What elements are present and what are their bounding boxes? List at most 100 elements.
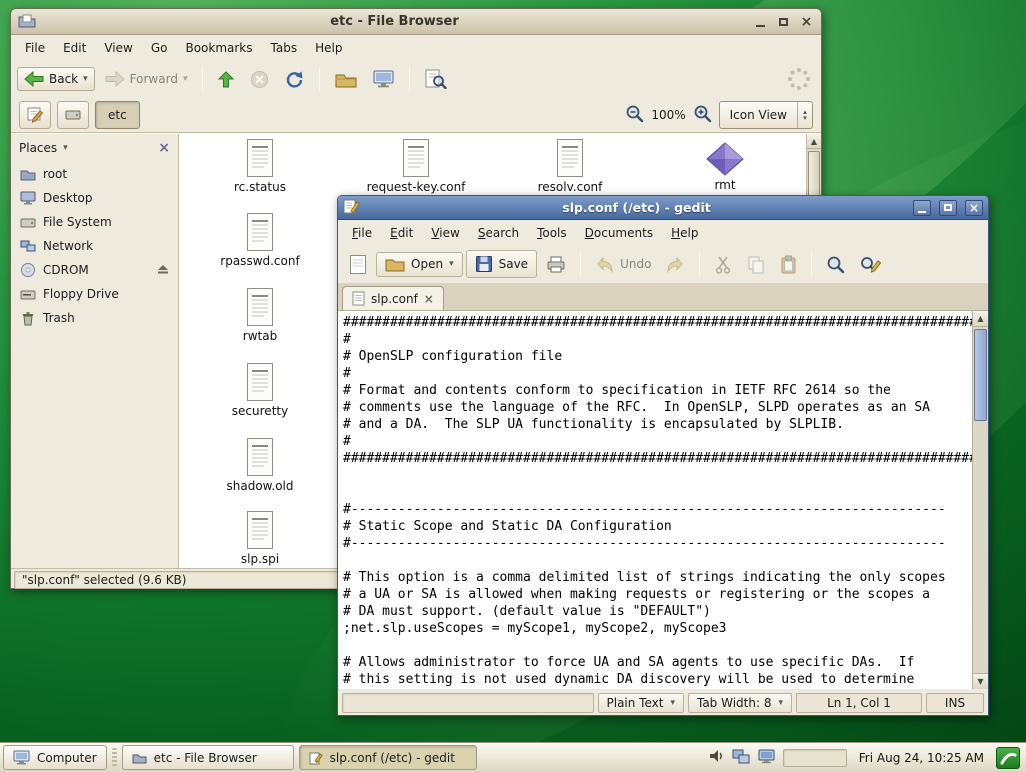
separator [811,252,812,276]
display-tray-icon[interactable] [758,749,775,767]
paste-button[interactable] [774,251,803,278]
close-button[interactable]: × [799,14,814,29]
view-mode-stepper[interactable]: ▴ ▾ [797,102,812,128]
scroll-up-button[interactable]: ▲ [973,311,988,327]
network-tray-icon[interactable] [732,749,750,767]
computer-menu-button[interactable]: Computer [3,745,107,770]
menu-documents[interactable]: Documents [577,223,661,243]
zoom-in-icon [693,104,712,123]
file-item[interactable]: rc.status [195,138,325,194]
tab-width-select[interactable]: Tab Width: 8 ▾ [688,693,792,713]
path-root-button[interactable] [57,101,89,129]
menu-help[interactable]: Help [307,38,350,58]
separator [699,252,700,276]
toggle-location-entry-button[interactable] [19,101,51,129]
redo-button[interactable] [660,252,691,277]
desktop-switcher-button[interactable] [996,747,1020,769]
undo-icon [595,256,614,273]
document-icon [352,291,365,306]
tab-slp-conf[interactable]: slp.conf × [342,286,444,310]
file-item[interactable]: securetty [195,362,325,418]
stop-button[interactable] [244,67,275,92]
forward-button[interactable]: Forward ▾ [99,68,194,90]
language-select[interactable]: Plain Text ▾ [598,693,684,713]
computer-button-toolbar[interactable] [367,67,400,91]
file-item[interactable]: request-key.conf [351,138,481,194]
zoom-out-button[interactable] [625,104,644,126]
document-text[interactable]: ########################################… [338,311,972,689]
file-name: rc.status [195,180,325,194]
gedit-titlebar[interactable]: slp.conf (/etc) - gedit × [338,196,988,220]
minimize-button[interactable] [753,14,768,29]
zoom-in-button[interactable] [693,104,712,126]
minimize-button[interactable] [913,200,931,216]
menu-edit[interactable]: Edit [382,223,421,243]
sidebar-item-network[interactable]: Network [11,234,178,258]
gedit-text-area[interactable]: ########################################… [338,311,988,689]
file-browser-titlebar[interactable]: etc - File Browser × [11,9,821,35]
reload-button[interactable] [279,67,310,92]
places-close-button[interactable]: × [158,140,170,156]
open-button[interactable]: Open ▾ [376,252,463,277]
up-button[interactable] [212,68,240,91]
sidebar-item-cdrom[interactable]: CDROM [11,258,178,282]
sidebar-item-root[interactable]: root [11,162,178,186]
scroll-up-button[interactable]: ▲ [807,134,821,149]
file-item[interactable]: resolv.conf [505,138,635,194]
menu-view[interactable]: View [423,223,467,243]
sidebar-item-trash[interactable]: Trash [11,306,178,330]
copy-button[interactable] [741,251,771,278]
file-item[interactable]: shadow.old [195,437,325,493]
home-folder-button[interactable] [329,68,363,91]
panel-handle[interactable] [112,748,117,767]
new-document-button[interactable] [343,250,373,279]
sidebar-item-desktop[interactable]: Desktop [11,186,178,210]
save-button[interactable]: Save [466,250,537,278]
find-button[interactable] [820,251,851,278]
file-item[interactable]: rmt [660,142,790,192]
task-file-browser[interactable]: etc - File Browser [122,745,294,770]
editor-scrollbar[interactable]: ▲ ▼ [972,311,988,689]
menu-tabs[interactable]: Tabs [263,38,306,58]
drive-icon [65,108,81,121]
file-item[interactable]: slp.spi [195,510,325,566]
path-segment-etc-button[interactable]: etc [95,101,140,129]
menu-search[interactable]: Search [470,223,527,243]
maximize-button[interactable] [776,14,791,29]
redo-icon [666,256,685,273]
print-button[interactable] [540,251,572,277]
cut-button[interactable] [708,251,738,278]
back-button[interactable]: Back ▾ [17,67,95,91]
tab-width-dropdown-icon: ▾ [778,698,783,708]
volume-icon[interactable] [708,748,724,767]
scroll-down-button[interactable]: ▼ [973,673,988,689]
maximize-button[interactable] [939,200,957,216]
clock[interactable]: Fri Aug 24, 10:25 AM [855,751,988,765]
replace-button[interactable] [854,251,887,278]
undo-button[interactable]: Undo [589,252,657,277]
gedit-icon [309,751,323,765]
sidebar-item-floppy[interactable]: Floppy Drive [11,282,178,306]
eject-button[interactable] [157,263,169,277]
task-gedit[interactable]: slp.conf (/etc) - gedit [299,745,477,770]
menu-help[interactable]: Help [663,223,706,243]
close-button[interactable]: × [965,200,983,216]
menu-file[interactable]: File [17,38,53,58]
search-button[interactable] [419,66,453,92]
menu-bookmarks[interactable]: Bookmarks [177,38,260,58]
tray-applet[interactable] [783,749,847,767]
find-icon [826,255,845,274]
file-item[interactable]: rpasswd.conf [195,212,325,268]
desktop-icon [20,191,36,205]
menu-tools[interactable]: Tools [529,223,575,243]
scrollbar-thumb[interactable] [974,329,987,421]
menu-go[interactable]: Go [143,38,176,58]
menu-view[interactable]: View [96,38,140,58]
places-selector[interactable]: Places [19,141,57,155]
sidebar-item-filesystem[interactable]: File System [11,210,178,234]
tab-close-button[interactable]: × [424,293,434,305]
menu-edit[interactable]: Edit [55,38,94,58]
menu-file[interactable]: File [344,223,380,243]
view-mode-select[interactable]: Icon View ▴ ▾ [719,101,813,129]
file-item[interactable]: rwtab [195,287,325,343]
